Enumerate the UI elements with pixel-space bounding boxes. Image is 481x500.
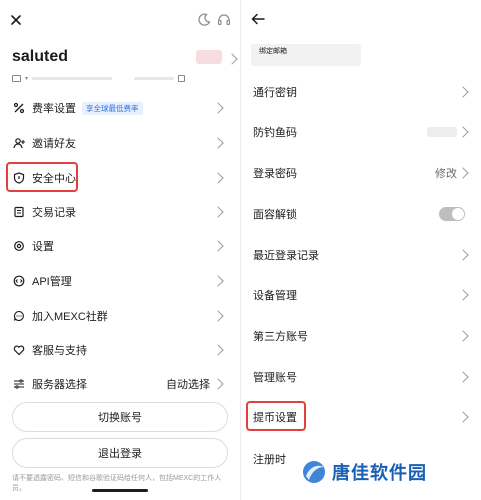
dropdown-caret-icon: ▾	[25, 75, 29, 82]
account-info-row: ▾	[12, 73, 186, 83]
menu-item-server-select[interactable]: 服务器选择 自动选择	[12, 373, 228, 395]
security-item-label: 登录密码	[253, 168, 297, 180]
menu-item-support[interactable]: 客服与支持	[12, 339, 228, 361]
chevron-right-icon	[212, 172, 224, 184]
uid-text-redacted	[134, 76, 175, 80]
bound-email-label: 绑定邮箱	[259, 48, 287, 55]
menu-item-label: 客服与支持	[32, 345, 87, 357]
menu-item-label: 费率设置	[32, 103, 76, 115]
headset-icon[interactable]	[214, 10, 234, 30]
username: saluted	[12, 48, 69, 65]
chevron-right-icon	[212, 206, 224, 218]
security-item-login-history[interactable]: 最近登录记录	[253, 244, 469, 266]
menu-item-trade-history[interactable]: 交易记录	[12, 201, 228, 223]
uid-redacted	[196, 50, 222, 64]
profile-chevron-icon[interactable]	[226, 53, 238, 65]
watermark-text: 唐佳软件园	[332, 463, 427, 483]
security-item-third-party-accounts[interactable]: 第三方账号	[253, 325, 469, 347]
security-item-manage-accounts[interactable]: 管理账号	[253, 366, 469, 388]
chevron-right-icon	[212, 137, 224, 149]
security-item-passkey[interactable]: 通行密钥	[253, 81, 469, 103]
logout-button[interactable]: 退出登录	[12, 438, 228, 468]
chevron-right-icon	[457, 330, 469, 342]
chat-icon	[12, 309, 26, 323]
security-center-panel: 绑定邮箱 通行密钥 防钓鱼码 登录密码 修改 面容解锁 最近登录记录 设备管理 …	[241, 0, 481, 500]
menu-item-api-management[interactable]: API管理	[12, 270, 228, 292]
percent-icon	[12, 101, 26, 115]
chevron-right-icon	[212, 310, 224, 322]
chevron-right-icon	[212, 378, 224, 390]
home-indicator[interactable]	[92, 489, 148, 492]
face-unlock-toggle[interactable]	[439, 207, 465, 221]
fee-badge: 享全球最低费率	[82, 101, 143, 115]
sliders-icon	[12, 377, 26, 391]
api-icon	[12, 274, 26, 288]
anti-phishing-redacted	[427, 127, 457, 137]
menu-item-fee-settings[interactable]: 费率设置 享全球最低费率	[12, 97, 228, 119]
security-item-label: 设备管理	[253, 290, 297, 302]
chevron-right-icon	[457, 249, 469, 261]
copy-icon[interactable]	[178, 74, 186, 82]
security-item-login-password[interactable]: 登录密码 修改	[253, 162, 469, 184]
menu-item-label: API管理	[32, 276, 72, 288]
security-item-face-unlock: 面容解锁	[253, 203, 469, 225]
close-icon[interactable]	[6, 10, 26, 30]
chevron-right-icon	[457, 289, 469, 301]
menu-item-label: 交易记录	[32, 207, 76, 219]
security-item-anti-phishing[interactable]: 防钓鱼码	[253, 121, 469, 143]
server-select-value: 自动选择	[166, 379, 210, 391]
menu-item-settings[interactable]: 设置	[12, 235, 228, 257]
chevron-right-icon	[212, 344, 224, 356]
chevron-right-icon	[457, 126, 469, 138]
security-item-device-management[interactable]: 设备管理	[253, 284, 469, 306]
security-item-label: 注册时	[253, 454, 286, 466]
document-icon	[12, 205, 26, 219]
security-center-highlight	[6, 162, 78, 192]
menu-item-label: 加入MEXC社群	[32, 311, 108, 323]
chevron-right-icon	[212, 240, 224, 252]
chevron-right-icon	[457, 167, 469, 179]
menu-item-label: 邀请好友	[32, 138, 76, 150]
moon-icon[interactable]	[194, 10, 214, 30]
menu-item-label: 设置	[32, 241, 54, 253]
security-item-label: 第三方账号	[253, 331, 308, 343]
gear-icon	[12, 239, 26, 253]
chevron-right-icon	[212, 102, 224, 114]
menu-item-join-community[interactable]: 加入MEXC社群	[12, 305, 228, 327]
chevron-right-icon	[457, 411, 469, 423]
security-item-label: 最近登录记录	[253, 250, 319, 262]
modify-link[interactable]: 修改	[435, 165, 457, 181]
withdrawal-settings-highlight	[246, 401, 306, 431]
watermark-logo-icon	[303, 461, 325, 483]
watermark: 唐佳软件园	[300, 458, 427, 486]
menu-item-label: 服务器选择	[32, 379, 87, 391]
heart-icon	[12, 343, 26, 357]
switch-account-button[interactable]: 切换账号	[12, 402, 228, 432]
mail-icon	[12, 74, 21, 82]
add-user-icon	[12, 136, 26, 150]
top-bar	[0, 10, 240, 34]
chevron-right-icon	[212, 275, 224, 287]
security-item-label: 面容解锁	[253, 209, 297, 221]
back-arrow-icon[interactable]	[251, 12, 265, 30]
menu-item-invite-friends[interactable]: 邀请好友	[12, 132, 228, 154]
chevron-right-icon	[457, 371, 469, 383]
security-item-label: 通行密钥	[253, 87, 297, 99]
security-item-label: 管理账号	[253, 372, 297, 384]
chevron-right-icon	[457, 86, 469, 98]
email-redacted	[32, 76, 113, 80]
security-item-label: 防钓鱼码	[253, 127, 297, 139]
account-menu-panel: saluted ▾ 费率设置 享全球最低费率 邀请好友 安全中心 交易记录 设置…	[0, 0, 240, 500]
